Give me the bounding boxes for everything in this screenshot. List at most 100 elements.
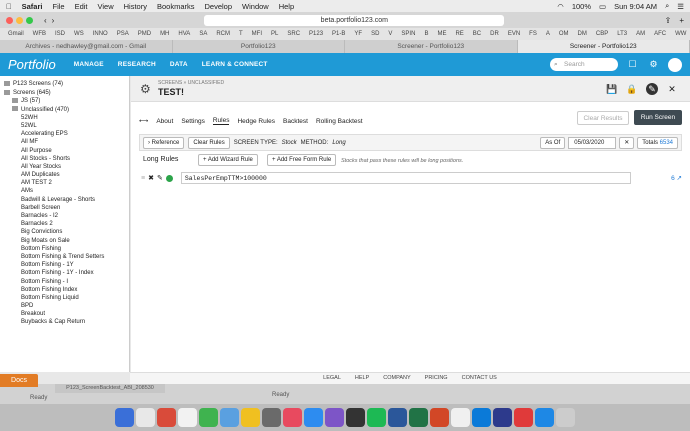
sidebar-item[interactable]: Barnacles 2 (0, 220, 129, 228)
menu-bookmarks[interactable]: Bookmarks (157, 2, 195, 11)
dock-app-icon[interactable] (304, 408, 323, 427)
settings-icon[interactable]: ⚙ (647, 58, 660, 71)
search-input[interactable]: Search (550, 58, 618, 71)
bookmark-item[interactable]: OM (559, 31, 569, 37)
search-icon[interactable]: ⌕ (665, 1, 669, 11)
run-screen-button[interactable]: Run Screen (634, 110, 682, 125)
sidebar-item[interactable]: All Year Stocks (0, 163, 129, 171)
menu-view[interactable]: View (98, 2, 114, 11)
nav-data[interactable]: DATA (170, 61, 188, 68)
add-wizard-rule-button[interactable]: + Add Wizard Rule (198, 154, 258, 166)
apple-icon[interactable]:  (6, 2, 12, 11)
clock[interactable]: Sun 9:04 AM (614, 2, 657, 11)
tab-hedge-rules[interactable]: Hedge Rules (237, 118, 275, 125)
sidebar-item[interactable]: Big Moats on Sale (0, 237, 129, 245)
browser-tab[interactable]: Portfolio123 (173, 40, 345, 53)
sidebar-item[interactable]: All Purpose (0, 147, 129, 155)
sidebar-item[interactable]: Bottom Fishing Liquid (0, 294, 129, 302)
bookmark-item[interactable]: CBP (596, 31, 608, 37)
bookmark-item[interactable]: WFB (33, 31, 46, 37)
docs-button[interactable]: Docs (0, 374, 38, 387)
sidebar-item[interactable]: AMs (0, 187, 129, 195)
nav-manage[interactable]: MANAGE (74, 61, 104, 68)
menu-list-icon[interactable]: ☰ (677, 2, 684, 11)
dock-app-icon[interactable] (136, 408, 155, 427)
menu-window[interactable]: Window (242, 2, 269, 11)
reference-button[interactable]: › Reference (143, 136, 185, 149)
back-icon[interactable]: ‹ (44, 16, 47, 25)
dock-app-icon[interactable] (178, 408, 197, 427)
bookmark-item[interactable]: PMD (138, 31, 151, 37)
close-window-icon[interactable] (6, 16, 13, 24)
dock-app-icon[interactable] (451, 408, 470, 427)
dock-app-icon[interactable] (388, 408, 407, 427)
dock-app-icon[interactable] (535, 408, 554, 427)
battery-level[interactable]: 100% (572, 2, 591, 11)
bookmark-item[interactable]: SD (371, 31, 379, 37)
menubar-app-name[interactable]: Safari (22, 2, 43, 11)
portfolio123-logo[interactable]: Portfolio (8, 57, 56, 72)
bookmark-item[interactable]: BC (473, 31, 481, 37)
bookmark-item[interactable]: INNO (93, 31, 108, 37)
bookmark-item[interactable]: P123 (309, 31, 323, 37)
dock-app-icon[interactable] (409, 408, 428, 427)
dock-app-icon[interactable] (367, 408, 386, 427)
bookmark-item[interactable]: A (546, 31, 550, 37)
maximize-window-icon[interactable] (26, 16, 33, 24)
bookmark-item[interactable]: RCM (216, 31, 230, 37)
expand-icon[interactable]: ⟷ (139, 117, 148, 125)
sidebar-item[interactable]: Bottom Fishing - I (0, 278, 129, 286)
rule-pass-count[interactable]: 6 ↗ (671, 174, 682, 182)
sidebar-item[interactable]: Bottom Fishing Index (0, 286, 129, 294)
bookmark-item[interactable]: Gmail (8, 31, 24, 37)
bookmark-item[interactable]: PSA (117, 31, 129, 37)
menu-file[interactable]: File (52, 2, 64, 11)
nav-research[interactable]: RESEARCH (118, 61, 156, 68)
sidebar-item[interactable]: All MF (0, 138, 129, 146)
menu-edit[interactable]: Edit (75, 2, 88, 11)
bookmark-item[interactable]: SRC (287, 31, 300, 37)
sidebar-item[interactable]: AM Duplicates (0, 171, 129, 179)
bookmark-item[interactable]: PL (271, 31, 278, 37)
address-bar[interactable]: beta.portfolio123.com (204, 14, 505, 26)
sidebar-item[interactable]: Bottom Fishing (0, 245, 129, 253)
footer-link-pricing[interactable]: PRICING (425, 373, 448, 384)
tab-about[interactable]: About (156, 118, 173, 125)
sidebar-item[interactable]: BPD (0, 302, 129, 310)
bookmark-item[interactable]: AFC (654, 31, 666, 37)
footer-link-company[interactable]: COMPANY (383, 373, 410, 384)
bookmark-item[interactable]: ISD (55, 31, 65, 37)
dock-app-icon[interactable] (325, 408, 344, 427)
bookmark-item[interactable]: DM (578, 31, 587, 37)
sidebar-item[interactable]: Breakout (0, 310, 129, 318)
sidebar-item[interactable]: AM TEST 2 (0, 179, 129, 187)
menu-history[interactable]: History (124, 2, 147, 11)
sidebar-item[interactable]: Buybacks & Cap Return (0, 318, 129, 326)
dock-app-icon[interactable] (283, 408, 302, 427)
as-of-button[interactable]: As Of (540, 136, 566, 149)
sidebar-item[interactable]: All Stocks - Shorts (0, 155, 129, 163)
dock-app-icon[interactable] (220, 408, 239, 427)
new-tab-icon[interactable]: + (679, 16, 684, 25)
sidebar-item[interactable]: Bottom Fishing & Trend Setters (0, 253, 129, 261)
add-free-form-rule-button[interactable]: + Add Free Form Rule (267, 154, 337, 166)
avatar[interactable] (668, 57, 682, 72)
sidebar-item[interactable]: P123 Screens (74) (0, 80, 129, 88)
wifi-icon[interactable]: ◠ (557, 2, 564, 11)
sidebar-item[interactable]: Unclassified (470) (0, 106, 129, 114)
dock-app-icon[interactable] (241, 408, 260, 427)
footer-link-contact-us[interactable]: CONTACT US (462, 373, 497, 384)
tab-backtest[interactable]: Backtest (283, 118, 308, 125)
sidebar-item[interactable]: Screens (645) (0, 89, 129, 97)
bookmark-item[interactable]: ME (437, 31, 446, 37)
clear-results-button[interactable]: Clear Results (577, 111, 629, 125)
rule-status-icon[interactable] (165, 174, 173, 182)
sidebar-item[interactable]: Bottom Fishing - 1Y - Index (0, 269, 129, 277)
tab-rolling-backtest[interactable]: Rolling Backtest (316, 118, 363, 125)
pin-icon[interactable]: ✎ (646, 83, 658, 95)
footer-link-legal[interactable]: LEGAL (323, 373, 341, 384)
save-icon[interactable]: 💾 (606, 83, 618, 95)
tab-rules[interactable]: Rules (212, 117, 230, 125)
clear-rules-button[interactable]: Clear Rules (188, 136, 230, 149)
sidebar-item[interactable]: Barnacles - I2 (0, 212, 129, 220)
